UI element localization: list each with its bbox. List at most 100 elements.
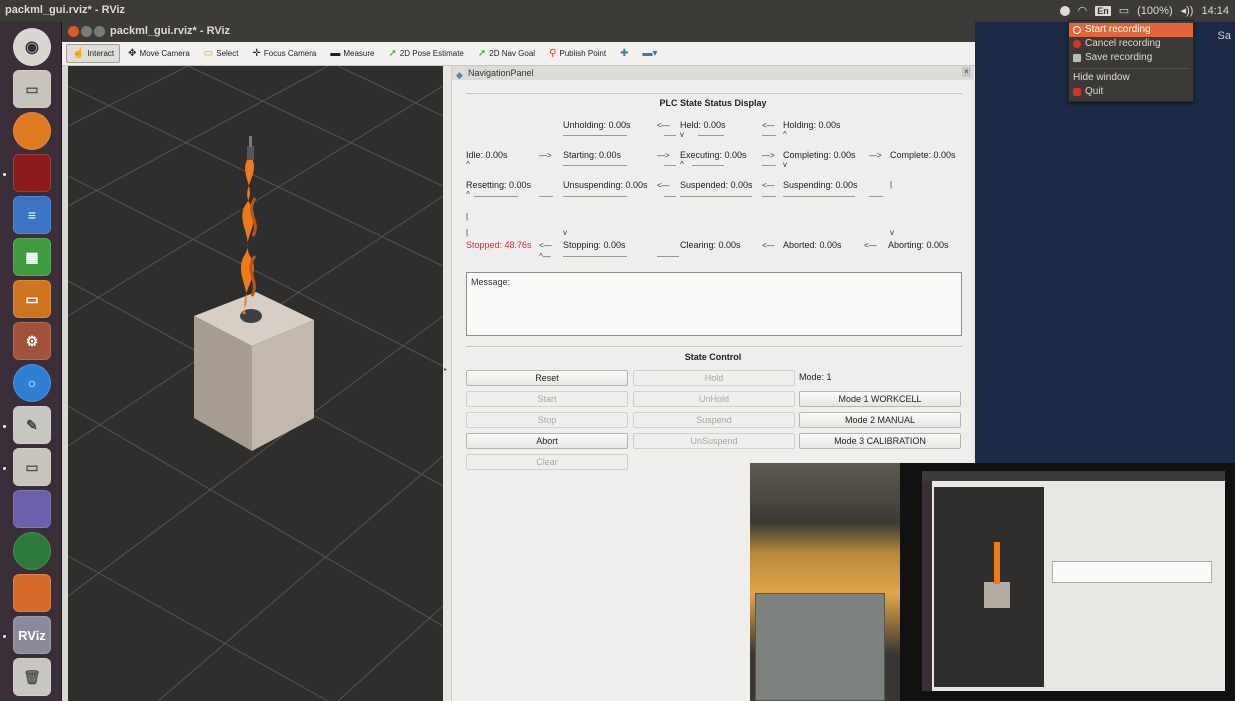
rviz-launcher-icon[interactable]: RViz: [13, 616, 51, 654]
tool-menu-button[interactable]: ▬▾: [636, 44, 663, 63]
battery-icon[interactable]: ▭: [1119, 4, 1129, 17]
state-suspending: Suspending: 0.00s: [783, 180, 858, 190]
back-arrow: ^—: [539, 252, 551, 261]
indicator-icon[interactable]: [1059, 5, 1070, 16]
software-center-icon[interactable]: [13, 574, 51, 612]
unsuspend-button[interactable]: UnSuspend: [633, 433, 795, 449]
save-icon: [1073, 54, 1081, 62]
impress-icon[interactable]: ▭: [13, 280, 51, 318]
tool-2d-nav-goal[interactable]: ➚ 2D Nav Goal: [472, 44, 541, 63]
save-recording-item[interactable]: Save recording: [1069, 51, 1193, 65]
photo-monitor: [900, 463, 1235, 701]
minimize-window-icon[interactable]: [81, 26, 92, 37]
reset-button[interactable]: Reset: [466, 370, 628, 386]
state-complete: Complete: 0.00s: [890, 150, 956, 160]
pin-icon: ⚲: [549, 48, 557, 59]
clock[interactable]: 14:14: [1201, 5, 1229, 17]
camera-photo-inset: [750, 463, 1235, 701]
hold-button[interactable]: Hold: [633, 370, 795, 386]
clear-button[interactable]: Clear: [466, 454, 628, 470]
arrow-down: v: [890, 228, 894, 237]
mode3-calibration-button[interactable]: Mode 3 CALIBRATION: [799, 433, 961, 449]
hand-icon: ☝: [72, 48, 85, 59]
state-holding: Holding: 0.00s: [783, 120, 841, 130]
dash-home-icon[interactable]: ◉: [13, 28, 51, 66]
state-starting: Starting: 0.00s: [563, 150, 622, 160]
message-box[interactable]: Message:: [466, 272, 962, 336]
state-control-title: State Control: [684, 352, 742, 362]
mode2-manual-button[interactable]: Mode 2 MANUAL: [799, 412, 961, 428]
divider: [466, 346, 962, 347]
start-recording-item[interactable]: Start recording: [1069, 23, 1193, 37]
unity-launcher: ◉ ▭ ≡ ▦ ▭ ⚙ ○ ✎ ▭ RViz 🗑: [0, 22, 62, 701]
close-window-icon[interactable]: [68, 26, 79, 37]
wifi-icon[interactable]: ◠: [1078, 4, 1088, 17]
files-window-icon[interactable]: ▭: [13, 448, 51, 486]
arrow-right: —>: [539, 151, 552, 160]
tool-select[interactable]: ▭ Select: [198, 44, 245, 63]
system-tray: ◠ En ▭ (100%) ◂)) 14:14: [1059, 4, 1229, 17]
tool-move-camera[interactable]: ✥ Move Camera: [122, 44, 196, 63]
photo-monitor-screen: [922, 471, 1225, 691]
bar-glyph: |: [466, 212, 469, 221]
state-stopped: Stopped: 48.76s: [466, 240, 532, 250]
start-button[interactable]: Start: [466, 391, 628, 407]
menu-divider: [1073, 68, 1189, 69]
photo-plc-rack: [755, 593, 885, 701]
calc-icon[interactable]: ▦: [13, 238, 51, 276]
files-icon[interactable]: ▭: [13, 70, 51, 108]
plc-state-title: PLC State Status Display: [659, 98, 767, 108]
state-resetting: Resetting: 0.00s: [466, 180, 532, 190]
close-panel-icon[interactable]: ×: [962, 67, 971, 77]
state-idle: Idle: 0.00s: [466, 150, 508, 160]
maximize-window-icon[interactable]: [94, 26, 105, 37]
pose-arrow-icon: ➚: [388, 48, 397, 59]
cancel-recording-item[interactable]: Cancel recording: [1069, 37, 1193, 51]
ruler-icon: ▬: [330, 48, 341, 59]
3d-scene: [68, 66, 443, 701]
arrow-up: ^: [466, 190, 470, 199]
hide-window-item[interactable]: Hide window: [1069, 71, 1193, 85]
quit-item[interactable]: Quit: [1069, 85, 1193, 99]
arrow-left: <—: [539, 241, 552, 250]
state-aborted: Aborted: 0.00s: [783, 240, 842, 250]
active-window-title: packml_gui.rviz* - RViz: [5, 4, 126, 16]
writer-icon[interactable]: ≡: [13, 196, 51, 234]
state-aborting: Aborting: 0.00s: [888, 240, 949, 250]
globe-icon[interactable]: [13, 532, 51, 570]
tool-measure[interactable]: ▬ Measure: [324, 44, 380, 63]
trash-icon[interactable]: 🗑: [13, 658, 51, 696]
window-title: packml_gui.rviz* - RViz: [110, 25, 231, 37]
tool-focus-camera[interactable]: ✛ Focus Camera: [246, 44, 322, 63]
3d-viewport[interactable]: [68, 66, 443, 701]
tool-publish-point[interactable]: ⚲ Publish Point: [543, 44, 612, 63]
unhold-button[interactable]: UnHold: [633, 391, 795, 407]
stop-button[interactable]: Stop: [466, 412, 628, 428]
window-titlebar: packml_gui.rviz* - RViz: [62, 22, 975, 42]
arrow-left: <—: [762, 181, 775, 190]
keyboard-layout-badge[interactable]: En: [1095, 5, 1111, 16]
tool-interact[interactable]: ☝ Interact: [66, 44, 121, 63]
arrow-right: —>: [762, 151, 775, 160]
arrow-up: ^: [680, 160, 684, 169]
chromium-icon[interactable]: ○: [13, 364, 51, 402]
volume-icon[interactable]: ◂)): [1181, 4, 1194, 17]
terminal-icon[interactable]: [13, 154, 51, 192]
firefox-icon[interactable]: [13, 112, 51, 150]
desktop-text: Sa: [1217, 30, 1231, 42]
panel-splitter[interactable]: ▸: [443, 66, 451, 701]
mode1-workcell-button[interactable]: Mode 1 WORKCELL: [799, 391, 961, 407]
recording-menu: Start recording Cancel recording Save re…: [1068, 20, 1194, 102]
settings-icon[interactable]: ⚙: [13, 322, 51, 360]
suspend-button[interactable]: Suspend: [633, 412, 795, 428]
tool-2d-pose-estimate[interactable]: ➚ 2D Pose Estimate: [382, 44, 469, 63]
arrow-up: ^: [466, 160, 470, 169]
arrow-down: v: [783, 160, 787, 169]
text-editor-icon[interactable]: ✎: [13, 406, 51, 444]
collapse-arrow-icon[interactable]: ▸: [444, 366, 447, 373]
app-icon[interactable]: [13, 490, 51, 528]
message-label: Message:: [471, 277, 511, 287]
arrow-up: ^: [783, 130, 787, 139]
abort-button[interactable]: Abort: [466, 433, 628, 449]
add-tool-button[interactable]: ✚: [614, 44, 634, 63]
